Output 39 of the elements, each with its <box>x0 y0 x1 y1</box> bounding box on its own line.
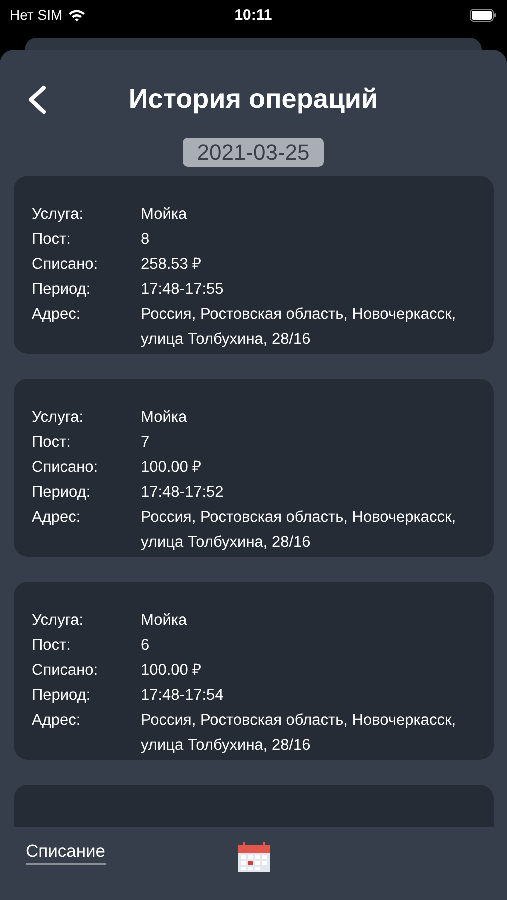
field-value: 17:48-17:54 <box>141 686 225 706</box>
field-value: 8 <box>141 230 151 250</box>
field-value: 100.00 ₽ <box>141 458 203 478</box>
field-label: Услуга: <box>32 611 85 631</box>
field-label: Услуга: <box>32 205 85 225</box>
field-label: Адрес: <box>32 711 82 731</box>
field-value: 258.53 ₽ <box>141 255 203 275</box>
field-value: 17:48-17:55 <box>141 280 225 300</box>
field-label: Период: <box>32 483 92 503</box>
field-label: Пост: <box>32 230 72 250</box>
field-value: 100.00 ₽ <box>141 661 203 681</box>
field-label: Адрес: <box>32 305 82 325</box>
carrier-label: Нет SIM <box>10 7 63 23</box>
field-label: Пост: <box>32 636 72 656</box>
field-value: 17:48-17:52 <box>141 483 225 503</box>
field-label: Адрес: <box>32 508 82 528</box>
field-label: Период: <box>32 686 92 706</box>
field-label: Списано: <box>32 255 100 275</box>
battery-icon <box>470 8 497 22</box>
field-label: Списано: <box>32 458 100 478</box>
field-value: 7 <box>141 433 151 453</box>
field-label: Период: <box>32 280 92 300</box>
field-value: Россия, Ростовская область, Новочеркасск, улица Толбухина, 28/16 <box>141 711 458 756</box>
wifi-icon <box>68 8 86 22</box>
field-label: Пост: <box>32 433 72 453</box>
clock-time: 10:11 <box>234 6 272 24</box>
calendar-icon[interactable] <box>238 842 270 872</box>
screen-title: История операций <box>128 84 378 114</box>
back-button[interactable] <box>26 85 48 115</box>
write-off-tab[interactable]: Списание <box>26 841 106 865</box>
field-value: Россия, Ростовская область, Новочеркасск, улица Толбухина, 28/16 <box>141 508 458 553</box>
field-value: Россия, Ростовская область, Новочеркасск, улица Толбухина, 28/16 <box>141 305 458 350</box>
field-value: Мойка <box>141 205 188 225</box>
date-badge: 2021-03-25 <box>183 138 324 167</box>
field-value: Мойка <box>141 408 188 428</box>
field-label: Услуга: <box>32 408 85 428</box>
field-value: Мойка <box>141 611 188 631</box>
field-label: Списано: <box>32 661 100 681</box>
field-value: 6 <box>141 636 151 656</box>
